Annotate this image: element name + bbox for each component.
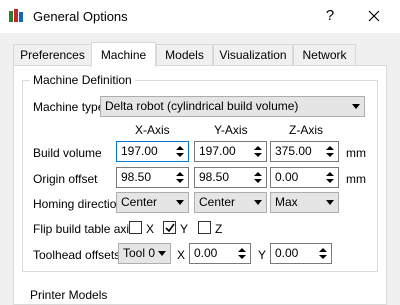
homing-z-value: Max [275,195,298,209]
window-title: General Options [33,9,128,24]
chevron-down-icon [238,255,246,259]
tool-select[interactable]: Tool 0 [118,243,171,264]
chevron-up-icon [238,248,246,252]
spin-buttons[interactable] [172,142,188,161]
app-icon [9,9,23,22]
flip-z-checkbox[interactable] [198,221,211,234]
tab-machine[interactable]: Machine [91,42,156,67]
build-volume-y-value: 197.00 [199,144,236,158]
chevron-down-icon [322,193,338,212]
origin-offset-y-input[interactable]: 98.50 [194,167,267,188]
tab-network[interactable]: Network [293,44,356,65]
flip-z-label: Z [215,222,223,236]
origin-offset-z-value: 0.00 [275,170,299,184]
flip-x-label: X [146,222,155,236]
toolhead-x-value: 0.00 [194,246,218,260]
chevron-up-icon [319,248,327,252]
chevron-down-icon [250,193,266,212]
flip-y-label: Y [180,222,189,236]
homing-y-value: Center [199,195,236,209]
origin-offset-label: Origin offset [33,172,98,186]
chevron-down-icon [348,97,364,116]
chevron-up-icon [254,146,262,150]
tab-preferences[interactable]: Preferences [13,44,92,65]
chevron-down-icon [326,179,334,183]
chevron-up-icon [254,172,262,176]
machine-type-label: Machine type [33,100,105,114]
tool-select-value: Tool 0 [123,246,156,260]
spin-buttons[interactable] [172,168,188,187]
homing-x-value: Center [121,195,158,209]
spin-buttons[interactable] [322,142,338,161]
x-axis-header: X-Axis [135,123,170,137]
origin-offset-y-value: 98.50 [199,170,230,184]
origin-offset-x-input[interactable]: 98.50 [116,167,189,188]
build-volume-y-input[interactable]: 197.00 [194,141,267,162]
build-volume-x-value: 197.00 [121,144,158,158]
homing-z-select[interactable]: Max [270,192,339,213]
help-button[interactable]: ? [318,4,342,28]
toolhead-y-label: Y [258,248,267,262]
flip-y-checkbox[interactable] [163,221,176,234]
title-bar: General Options ? [0,0,400,33]
origin-offset-z-input[interactable]: 0.00 [270,167,339,188]
chevron-down-icon [176,179,184,183]
chevron-down-icon [254,153,262,157]
build-volume-unit: mm [346,146,366,160]
chevron-up-icon [176,146,184,150]
spin-buttons[interactable] [250,168,266,187]
toolhead-offsets-label: Toolhead offsets [33,248,121,262]
chevron-up-icon [326,172,334,176]
chevron-down-icon [254,179,262,183]
toolhead-y-value: 0.00 [275,246,299,260]
spin-buttons[interactable] [315,244,331,263]
spin-buttons[interactable] [234,244,250,263]
homing-x-select[interactable]: Center [116,192,189,213]
tab-visualization[interactable]: Visualization [213,44,293,65]
homing-direction-label: Homing direction [33,197,124,211]
build-volume-label: Build volume [33,146,102,160]
tab-models[interactable]: Models [156,44,213,65]
chevron-down-icon [172,193,188,212]
flip-x-checkbox[interactable] [129,221,142,234]
z-axis-header: Z-Axis [289,123,323,137]
toolhead-x-label: X [177,248,186,262]
printer-models-group-title: Printer Models [30,288,108,302]
chevron-up-icon [176,172,184,176]
build-volume-z-value: 375.00 [275,144,312,158]
y-axis-header: Y-Axis [214,123,248,137]
toolhead-x-input[interactable]: 0.00 [189,243,251,264]
machine-type-value: Delta robot (cylindrical build volume) [105,99,299,113]
chevron-up-icon [326,146,334,150]
toolhead-y-input[interactable]: 0.00 [270,243,332,264]
close-icon [368,10,380,22]
origin-offset-x-value: 98.50 [121,170,152,184]
machine-definition-title: Machine Definition [30,73,135,87]
build-volume-z-input[interactable]: 375.00 [270,141,339,162]
close-button[interactable] [360,4,388,28]
machine-type-select[interactable]: Delta robot (cylindrical build volume) [100,96,365,117]
chevron-down-icon [176,153,184,157]
chevron-down-icon [319,255,327,259]
flip-build-table-label: Flip build table axis [33,222,136,236]
build-volume-x-input[interactable]: 197.00 [116,141,189,162]
spin-buttons[interactable] [322,168,338,187]
chevron-down-icon [154,244,170,263]
origin-offset-unit: mm [346,172,366,186]
spin-buttons[interactable] [250,142,266,161]
homing-y-select[interactable]: Center [194,192,267,213]
chevron-down-icon [326,153,334,157]
checkmark-icon [165,223,175,233]
